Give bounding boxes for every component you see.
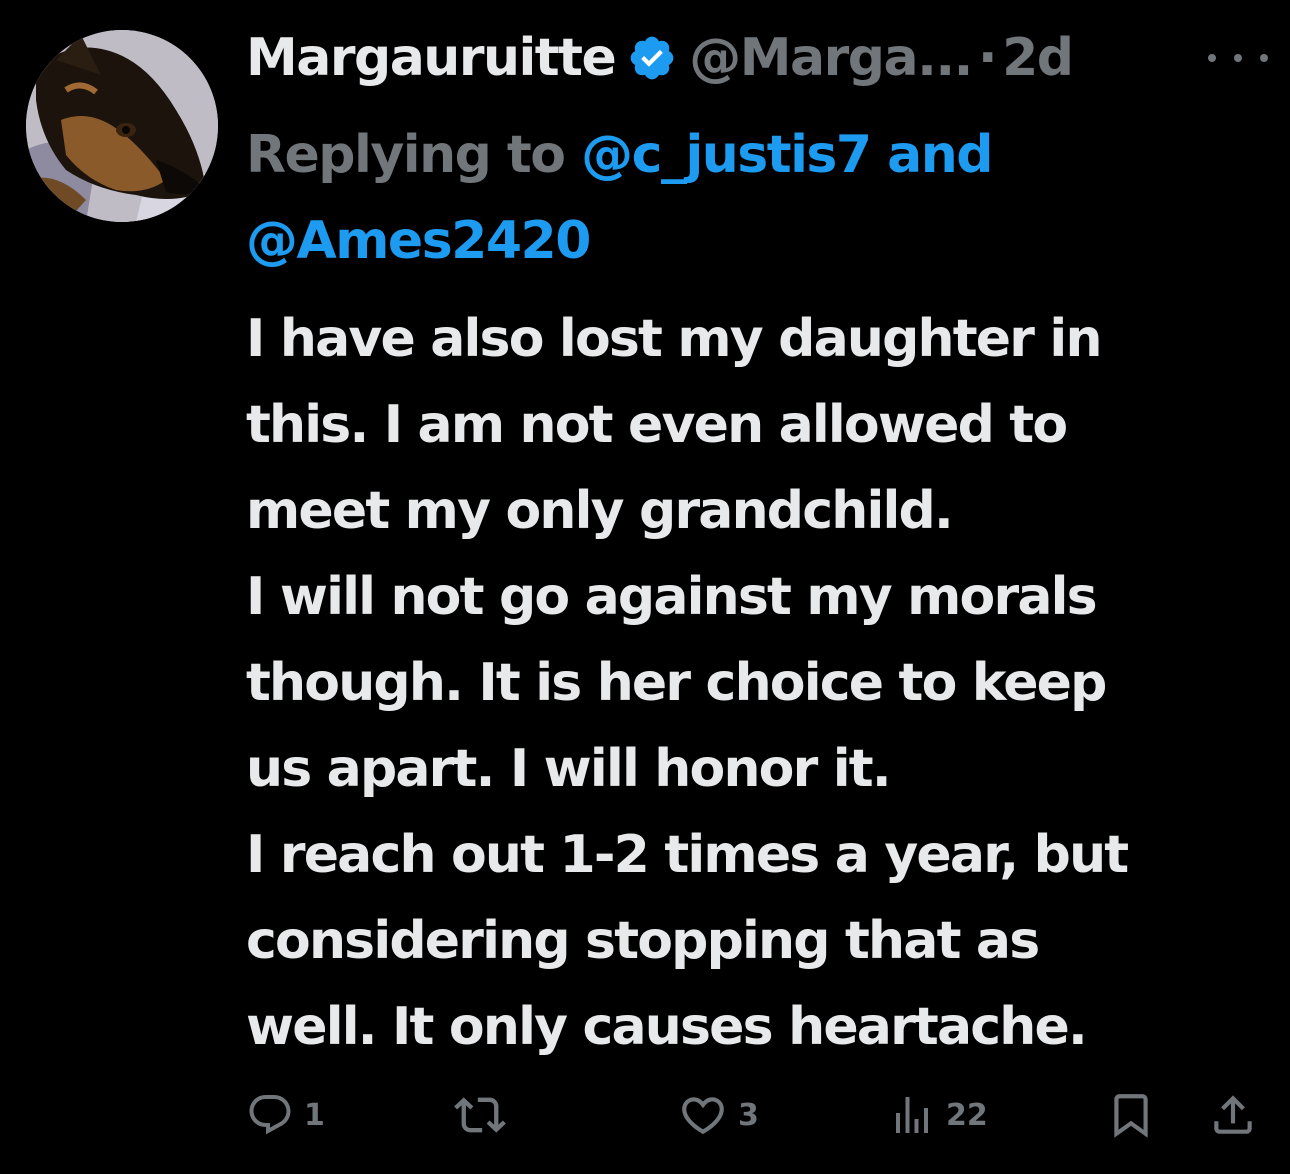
timestamp[interactable]: 2d [1002, 28, 1074, 88]
retweet-button[interactable] [454, 1088, 516, 1142]
avatar[interactable] [26, 30, 218, 222]
action-bar: 1 3 22 [0, 1080, 1290, 1150]
analytics-bars-icon [896, 1097, 928, 1133]
more-dot [1234, 54, 1242, 62]
handle[interactable]: @Marga... [689, 28, 973, 88]
bookmark-icon [1114, 1094, 1148, 1138]
verified-badge-icon [627, 33, 677, 83]
tweet: Margauruitte @Marga... · 2d Replying to … [0, 0, 1290, 1174]
mention-link-1[interactable]: @c_justis7 [581, 125, 872, 185]
more-options-button[interactable] [1208, 38, 1268, 78]
like-button[interactable]: 3 [678, 1088, 759, 1142]
tweet-text-line: I have also lost my daughter in [246, 309, 1102, 369]
tweet-header: Margauruitte @Marga... · 2d [246, 22, 1074, 94]
tweet-text: I have also lost my daughter in this. I … [246, 296, 1256, 1070]
tweet-text-line: considering stopping that as [246, 911, 1040, 971]
replying-to: Replying to @c_justis7 and @Ames2420 [246, 112, 1146, 284]
view-count: 22 [946, 1097, 988, 1133]
tweet-text-line: this. I am not even allowed to [246, 395, 1068, 455]
heart-icon [682, 1097, 724, 1135]
mention-and[interactable]: and [887, 125, 993, 185]
tweet-text-line: well. It only causes heartache. [246, 997, 1088, 1057]
views-button[interactable]: 22 [888, 1088, 988, 1142]
like-count: 3 [738, 1097, 759, 1133]
replying-to-label: Replying to [246, 125, 566, 185]
reply-count: 1 [304, 1097, 325, 1133]
tweet-text-line: though. It is her choice to keep [246, 653, 1107, 713]
bookmark-button[interactable] [1106, 1088, 1156, 1142]
more-dot [1260, 54, 1268, 62]
share-button[interactable] [1208, 1088, 1258, 1142]
display-name[interactable]: Margauruitte [246, 28, 617, 88]
more-dots-icon [1208, 54, 1216, 62]
tweet-text-line: I will not go against my morals [246, 567, 1098, 627]
share-upload-icon [1214, 1095, 1252, 1134]
dog-avatar-image [26, 30, 218, 222]
tweet-text-line: us apart. I will honor it. [246, 739, 892, 799]
tweet-text-line: meet my only grandchild. [246, 481, 954, 541]
separator-dot: · [977, 28, 998, 88]
retweet-icon [454, 1097, 506, 1133]
reply-bubble-icon [249, 1095, 291, 1135]
reply-button[interactable]: 1 [246, 1088, 325, 1142]
tweet-text-line: I reach out 1-2 times a year, but [246, 825, 1129, 885]
mention-link-2[interactable]: @Ames2420 [246, 211, 591, 271]
